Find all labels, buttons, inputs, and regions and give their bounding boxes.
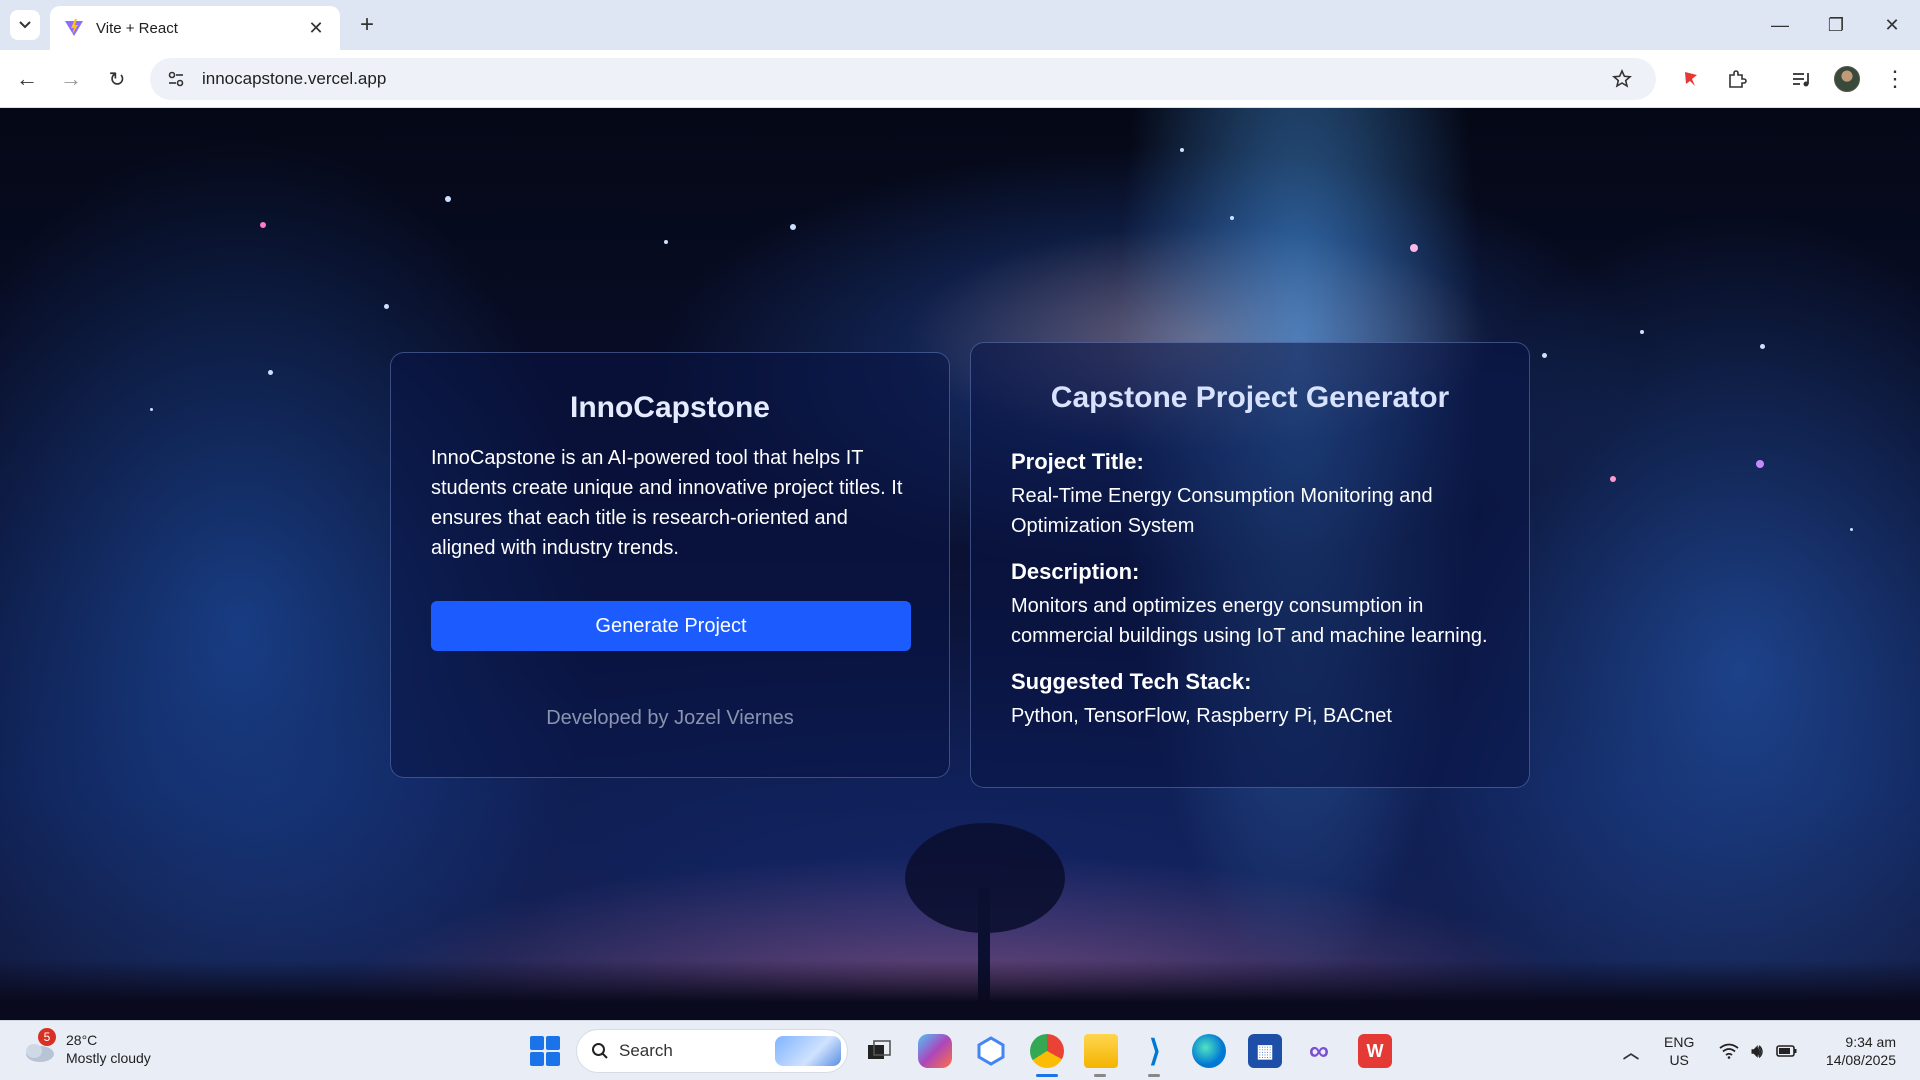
star (150, 408, 153, 411)
clock-date: 14/08/2025 (1825, 1052, 1896, 1068)
tech-stack-label: Suggested Tech Stack: (1011, 669, 1252, 694)
new-tab-button[interactable]: + (352, 10, 382, 40)
tab-search-button[interactable] (10, 10, 40, 40)
profile-avatar[interactable] (1834, 66, 1860, 92)
minimize-icon[interactable]: — (1752, 0, 1808, 50)
vscode-running-indicator (1148, 1074, 1160, 1077)
vite-logo-icon (65, 19, 83, 36)
description-label: Description: (1011, 559, 1140, 584)
url-text: innocapstone.vercel.app (202, 69, 387, 88)
file-explorer-icon[interactable] (1084, 1034, 1118, 1068)
tech-stack-value: Python, TensorFlow, Raspberry Pi, BACnet (1011, 705, 1392, 727)
star (1542, 353, 1547, 358)
back-arrow-icon[interactable]: ← (12, 64, 42, 94)
reload-icon[interactable]: ↻ (102, 64, 132, 94)
window-controls: — ❐ ✕ (1752, 0, 1920, 50)
battery-icon[interactable] (1770, 1034, 1804, 1068)
edge-icon[interactable] (1192, 1034, 1226, 1068)
wps-office-icon[interactable]: W (1358, 1034, 1392, 1068)
search-label: Search (619, 1041, 673, 1060)
windows-taskbar: 5 28°C Mostly cloudy Search ⟩ ▦ ∞ W ︿ EN… (0, 1020, 1920, 1080)
weather-badge: 5 (38, 1028, 56, 1046)
address-bar[interactable]: innocapstone.vercel.app (150, 58, 1656, 100)
star (664, 240, 668, 244)
hexagon-app-icon[interactable] (974, 1034, 1008, 1068)
windows-logo-icon (530, 1036, 544, 1050)
star (384, 304, 389, 309)
chrome-icon[interactable] (1030, 1034, 1064, 1068)
star (1230, 216, 1234, 220)
site-info-icon[interactable] (156, 70, 196, 88)
star (1850, 528, 1853, 531)
system-clock[interactable]: 9:34 am 14/08/2025 (1810, 1033, 1896, 1069)
copilot-icon[interactable] (918, 1034, 952, 1068)
language-indicator[interactable]: ENG US (1664, 1033, 1694, 1069)
close-tab-icon[interactable]: ✕ (306, 18, 326, 39)
intro-card: InnoCapstone InnoCapstone is an AI-power… (390, 352, 950, 778)
description-value: Monitors and optimizes energy consumptio… (1011, 595, 1488, 647)
page-background (0, 108, 1920, 1020)
volume-icon[interactable]: 🔊︎ (1740, 1034, 1774, 1068)
browser-tab-active[interactable]: Vite + React ✕ (50, 6, 340, 50)
taskbar-search[interactable]: Search (576, 1029, 848, 1073)
clock-time: 9:34 am (1845, 1034, 1896, 1050)
visual-studio-icon[interactable]: ∞ (1302, 1034, 1336, 1068)
star (1760, 344, 1765, 349)
browser-tab-strip: Vite + React ✕ + — ❐ ✕ (0, 0, 1920, 50)
extensions-puzzle-icon[interactable] (1722, 64, 1752, 94)
language-code: ENG (1664, 1034, 1695, 1050)
search-icon (592, 1043, 608, 1059)
generate-project-button[interactable]: Generate Project (431, 601, 911, 651)
weather-widget[interactable]: 5 28°C Mostly cloudy (22, 1028, 151, 1067)
start-button[interactable] (530, 1036, 560, 1066)
tab-title: Vite + React (96, 19, 178, 37)
forward-arrow-icon[interactable]: → (56, 64, 86, 94)
explorer-running-indicator (1094, 1074, 1106, 1077)
star (1410, 244, 1418, 252)
star (445, 196, 451, 202)
task-view-icon[interactable] (862, 1034, 896, 1068)
star (260, 222, 266, 228)
vscode-icon[interactable]: ⟩ (1138, 1034, 1172, 1068)
weather-temperature: 28°C (66, 1032, 98, 1048)
result-card: Capstone Project Generator Project Title… (970, 342, 1530, 788)
star (268, 370, 273, 375)
weather-condition: Mostly cloudy (66, 1050, 151, 1066)
bookmark-star-icon[interactable] (1602, 69, 1642, 89)
project-title-value: Real-Time Energy Consumption Monitoring … (1011, 485, 1433, 537)
restore-icon[interactable]: ❐ (1808, 0, 1864, 50)
star (1180, 148, 1184, 152)
chrome-running-indicator (1036, 1074, 1058, 1077)
star (1756, 460, 1764, 468)
app-title: InnoCapstone (570, 391, 770, 424)
chevron-up-icon[interactable]: ︿ (1614, 1034, 1648, 1068)
star (1610, 476, 1616, 482)
media-controls-icon[interactable] (1786, 64, 1816, 94)
microsoft-store-icon[interactable]: ▦ (1248, 1034, 1282, 1068)
project-title-label: Project Title: (1011, 449, 1144, 474)
developer-credit: Developed by Jozel Viernes (546, 707, 794, 729)
generator-title: Capstone Project Generator (1050, 381, 1450, 414)
close-window-icon[interactable]: ✕ (1864, 0, 1920, 50)
extension-pin-icon[interactable] (1676, 64, 1706, 94)
browser-menu-icon[interactable]: ⋮ (1880, 64, 1910, 94)
browser-toolbar: ← → ↻ innocapstone.vercel.app ⋮ (0, 50, 1920, 108)
cloudy-weather-icon: 5 (22, 1028, 56, 1064)
app-description: InnoCapstone is an AI-powered tool that … (431, 447, 903, 559)
ground-silhouette (0, 960, 1920, 1020)
star (790, 224, 796, 230)
search-highlight-image (775, 1036, 841, 1066)
region-code: US (1669, 1052, 1689, 1068)
chevron-down-icon (19, 21, 31, 29)
star (1640, 330, 1644, 334)
